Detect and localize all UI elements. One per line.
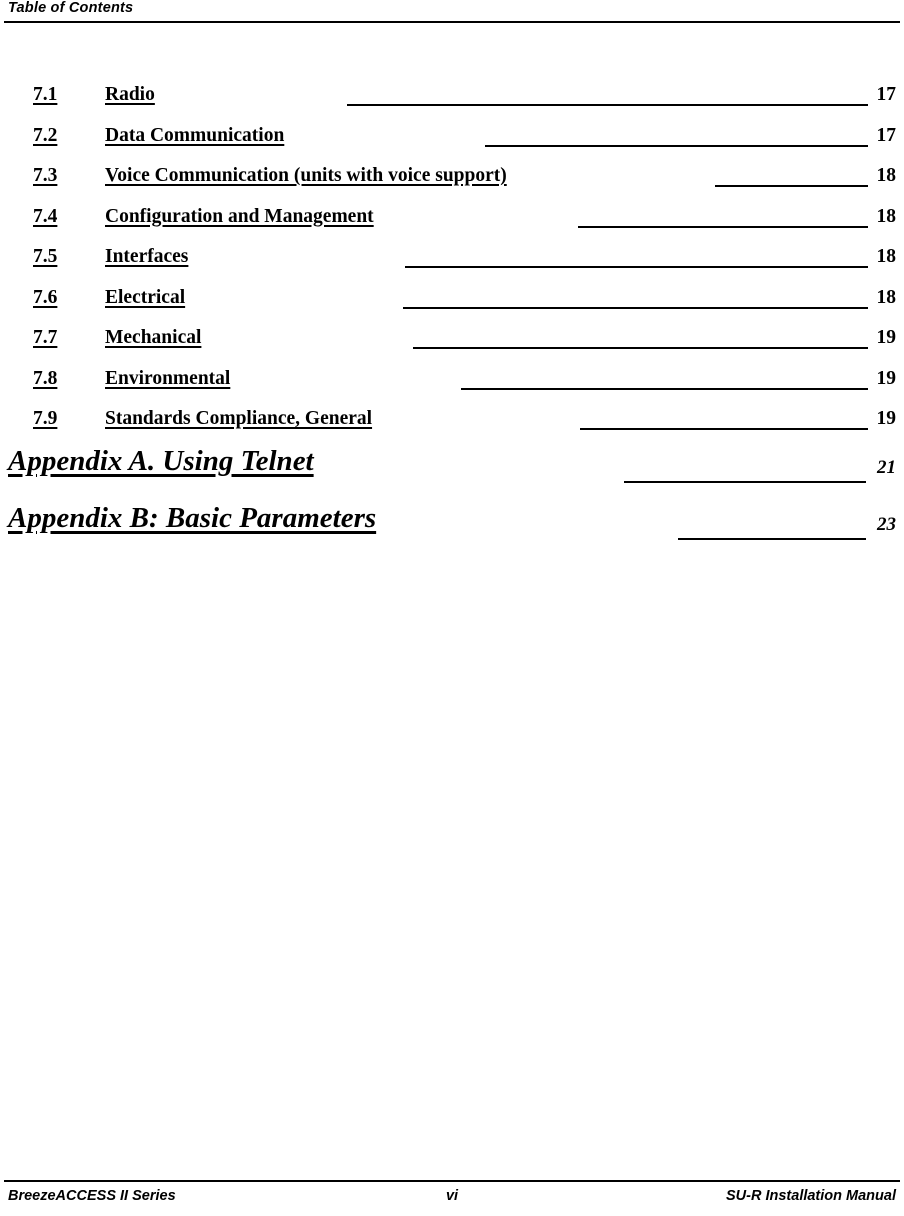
toc-leader-line — [403, 306, 868, 309]
toc-entry-number: 7.2 — [33, 124, 58, 146]
toc-entry-page-number: 21 — [877, 456, 896, 478]
toc-entry-title-wrap: Standards Compliance, General — [105, 408, 382, 430]
toc-entry-title-wrap: Data Communication — [105, 125, 284, 147]
toc-entry[interactable]: 7.7 Mechanical 19 — [0, 321, 904, 362]
toc-entry-page-number: 17 — [876, 84, 897, 105]
toc-entry-title-wrap: Configuration and Management — [105, 206, 384, 228]
toc-entry-title[interactable]: Mechanical — [105, 327, 201, 348]
toc-entry[interactable]: 7.8 Environmental 19 — [0, 362, 904, 403]
toc-entry-title[interactable]: Environmental — [105, 368, 230, 389]
toc-entry-number: 7.3 — [33, 165, 58, 186]
toc-entry-number: 7.7 — [33, 327, 58, 348]
page-footer: BreezeACCESS II Series vi SU-R Installat… — [0, 1180, 904, 1216]
toc-entry-title-wrap: Appendix A. Using Telnet — [8, 445, 314, 478]
footer-divider — [4, 1180, 900, 1182]
toc-entry-number: 7.1 — [33, 84, 58, 105]
toc-entry-title[interactable]: Radio — [105, 84, 155, 105]
toc-leader-line — [580, 428, 868, 430]
toc-leader-line — [578, 225, 868, 228]
toc-entry-title[interactable]: Appendix B: Basic Parameters — [8, 502, 376, 534]
toc-entry-title-wrap: Appendix B: Basic Parameters — [8, 502, 376, 535]
toc-entry[interactable]: Appendix B: Basic Parameters 23 — [0, 500, 904, 557]
toc-entry-title[interactable]: Configuration and Management — [105, 206, 374, 227]
toc-entry-title-wrap: Electrical — [105, 287, 195, 309]
toc-entry-title[interactable]: Interfaces — [105, 246, 188, 267]
toc-entry[interactable]: Appendix A. Using Telnet 21 — [0, 443, 904, 500]
toc-entry-page-number: 23 — [877, 513, 896, 535]
toc-entry[interactable]: 7.5 Interfaces 18 — [0, 240, 904, 281]
toc-entry-title[interactable]: Appendix A. Using Telnet — [8, 445, 314, 477]
toc-entry-title-wrap: Interfaces — [105, 246, 198, 268]
toc-entry[interactable]: 7.2 Data Communication 17 — [0, 119, 904, 160]
toc-leader-line — [485, 144, 868, 147]
toc-entry-number: 7.5 — [33, 246, 58, 267]
toc-entry[interactable]: 7.4 Configuration and Management 18 — [0, 200, 904, 241]
toc-entry-title[interactable]: Standards Compliance, General — [105, 408, 372, 429]
toc-entry-number: 7.8 — [33, 367, 58, 389]
toc-leader-line — [624, 480, 866, 483]
toc-entry-title-wrap: Voice Communication (units with voice su… — [105, 165, 507, 187]
toc-entry-page-number: 18 — [876, 246, 897, 267]
toc-entry-title[interactable]: Data Communication — [105, 125, 284, 146]
toc-entry-title[interactable]: Electrical — [105, 287, 185, 308]
toc-entry-title-wrap: Radio — [105, 84, 155, 106]
toc-entry[interactable]: 7.6 Electrical 18 — [0, 281, 904, 322]
toc-entry-number: 7.6 — [33, 286, 58, 308]
toc-leader-line — [461, 387, 868, 390]
toc-entry[interactable]: 7.3 Voice Communication (units with voice… — [0, 159, 904, 200]
toc-entry-title-wrap: Environmental — [105, 368, 240, 390]
toc-entry-number: 7.4 — [33, 205, 58, 227]
toc-leader-line — [405, 266, 868, 268]
toc-leader-line — [715, 185, 868, 187]
toc-entry-page-number: 18 — [876, 286, 897, 308]
toc-entry-page-number: 19 — [876, 367, 897, 389]
toc-entry-page-number: 17 — [876, 124, 897, 146]
toc-entry-title[interactable]: Voice Communication (units with voice su… — [105, 165, 507, 186]
toc-entry-page-number: 19 — [876, 327, 897, 348]
toc-entry[interactable]: 7.1 Radio 17 — [0, 78, 904, 119]
toc-leader-line — [347, 104, 868, 106]
header-divider — [4, 21, 900, 23]
table-of-contents: 7.1 Radio 17 7.2 Data Communication 17 7.3 Voic… — [0, 78, 904, 557]
toc-leader-line — [678, 537, 866, 540]
page-header: Table of Contents — [0, 0, 904, 26]
toc-entry[interactable]: 7.9 Standards Compliance, General 19 — [0, 402, 904, 443]
toc-entry-title-wrap: Mechanical — [105, 327, 201, 349]
toc-entry-number: 7.9 — [33, 408, 58, 429]
toc-leader-line — [413, 347, 868, 349]
page-header-title: Table of Contents — [8, 0, 134, 16]
toc-entry-page-number: 19 — [876, 408, 897, 429]
toc-entry-page-number: 18 — [876, 165, 897, 186]
footer-right-text: SU-R Installation Manual — [726, 1188, 896, 1204]
toc-entry-page-number: 18 — [876, 205, 897, 227]
